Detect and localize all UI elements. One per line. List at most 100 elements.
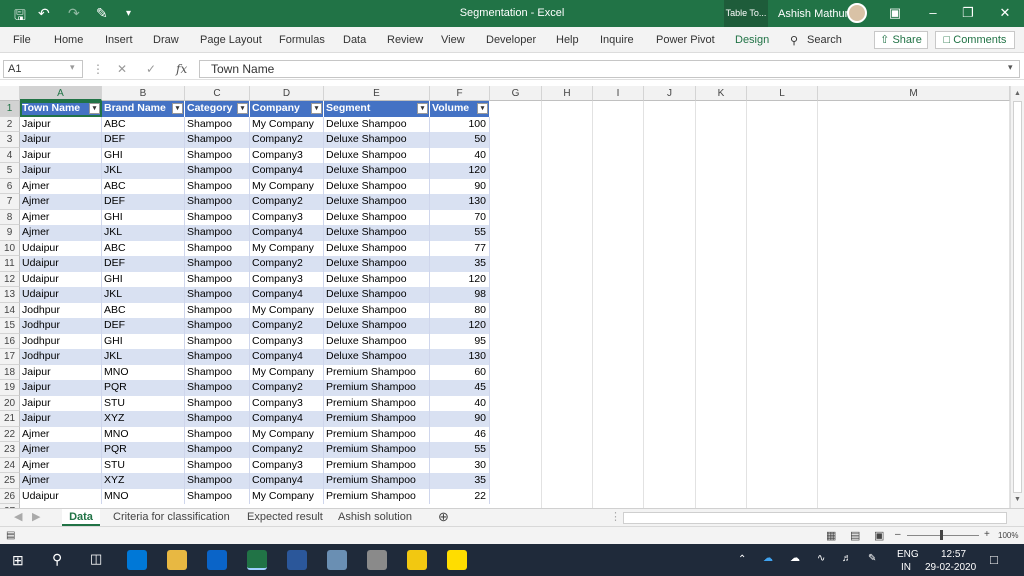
search-box[interactable]: Search	[807, 34, 842, 46]
context-tab[interactable]: Table To...	[724, 0, 768, 27]
table-cell[interactable]: 55	[430, 225, 490, 241]
table-cell[interactable]: Shampoo	[185, 132, 250, 148]
table-cell[interactable]: XYZ	[102, 411, 185, 427]
zoom-out-icon[interactable]: –	[895, 529, 901, 540]
cancel-icon[interactable]: ✕	[117, 62, 127, 76]
table-cell[interactable]: 90	[430, 178, 490, 194]
table-cell[interactable]: Company3	[250, 395, 324, 411]
table-cell[interactable]: Deluxe Shampoo	[324, 333, 430, 349]
table-cell[interactable]: Company2	[250, 194, 324, 210]
filter-dropdown-icon[interactable]: ▾	[311, 103, 322, 114]
column-header[interactable]: B	[102, 86, 185, 101]
file-explorer-icon[interactable]	[167, 550, 187, 570]
empty-column[interactable]	[542, 101, 593, 508]
table-cell[interactable]: Company4	[250, 225, 324, 241]
table-cell[interactable]: ABC	[102, 302, 185, 318]
scroll-up-icon[interactable]: ▲	[1014, 90, 1021, 97]
ribbon-display-icon[interactable]: ▣	[880, 4, 910, 22]
table-cell[interactable]: Premium Shampoo	[324, 411, 430, 427]
table-cell[interactable]: Company3	[250, 333, 324, 349]
minimize-icon[interactable]: –	[918, 4, 948, 22]
table-cell[interactable]: Ajmer	[20, 473, 102, 489]
table-cell[interactable]: Jodhpur	[20, 333, 102, 349]
row-header[interactable]: 2	[0, 116, 20, 132]
vertical-scrollbar[interactable]: ▲ ▼	[1010, 86, 1024, 508]
zoom-slider[interactable]	[907, 535, 979, 536]
tab-view[interactable]: View	[441, 34, 465, 46]
table-cell[interactable]: 80	[430, 302, 490, 318]
row-header[interactable]: 22	[0, 426, 20, 442]
table-cell[interactable]: Shampoo	[185, 178, 250, 194]
table-cell[interactable]: Ajmer	[20, 225, 102, 241]
row-header[interactable]: 14	[0, 302, 20, 318]
column-header[interactable]: G	[490, 86, 542, 101]
filter-dropdown-icon[interactable]: ▾	[417, 103, 428, 114]
table-cell[interactable]: 60	[430, 364, 490, 380]
table-cell[interactable]: PQR	[102, 442, 185, 458]
table-cell[interactable]: 30	[430, 457, 490, 473]
redo-icon[interactable]: ↷	[68, 5, 80, 22]
table-cell[interactable]: Company4	[250, 349, 324, 365]
scroll-down-icon[interactable]: ▼	[1014, 496, 1021, 503]
table-cell[interactable]: Company3	[250, 147, 324, 163]
tab-home[interactable]: Home	[54, 34, 83, 46]
table-cell[interactable]: Deluxe Shampoo	[324, 271, 430, 287]
macro-record-icon[interactable]: ▤	[6, 530, 15, 541]
tab-insert[interactable]: Insert	[105, 34, 133, 46]
table-cell[interactable]: Premium Shampoo	[324, 380, 430, 396]
table-cell[interactable]: Jaipur	[20, 116, 102, 132]
table-cell[interactable]: My Company	[250, 426, 324, 442]
column-header[interactable]: A	[20, 86, 102, 101]
row-header[interactable]: 5	[0, 163, 20, 179]
column-header[interactable]: M	[818, 86, 1010, 101]
table-cell[interactable]: 120	[430, 271, 490, 287]
table-cell[interactable]: 45	[430, 380, 490, 396]
page-break-view-icon[interactable]: ▣	[874, 529, 884, 542]
table-cell[interactable]: 55	[430, 442, 490, 458]
column-header[interactable]: E	[324, 86, 430, 101]
table-header-cell[interactable]: Category ▾	[185, 101, 250, 117]
table-cell[interactable]: 100	[430, 116, 490, 132]
empty-column[interactable]	[644, 101, 696, 508]
empty-column[interactable]	[747, 101, 818, 508]
table-cell[interactable]: 50	[430, 132, 490, 148]
tab-draw[interactable]: Draw	[153, 34, 179, 46]
table-cell[interactable]: My Company	[250, 488, 324, 504]
row-header[interactable]: 3	[0, 132, 20, 148]
table-cell[interactable]: Jaipur	[20, 395, 102, 411]
table-cell[interactable]: Deluxe Shampoo	[324, 287, 430, 303]
table-cell[interactable]: My Company	[250, 116, 324, 132]
row-header[interactable]: 16	[0, 333, 20, 349]
row-header[interactable]: 20	[0, 395, 20, 411]
table-cell[interactable]: 35	[430, 256, 490, 272]
filter-dropdown-icon[interactable]: ▾	[89, 103, 100, 114]
restore-icon[interactable]: ❐	[953, 4, 983, 22]
table-cell[interactable]: Deluxe Shampoo	[324, 225, 430, 241]
table-cell[interactable]: XYZ	[102, 473, 185, 489]
search-icon[interactable]: ⚲	[790, 34, 798, 47]
table-cell[interactable]: GHI	[102, 271, 185, 287]
table-cell[interactable]: Shampoo	[185, 488, 250, 504]
tab-review[interactable]: Review	[387, 34, 423, 46]
next-sheet-icon[interactable]: ▶	[32, 509, 40, 526]
add-sheet-icon[interactable]: ⊕	[438, 509, 449, 526]
table-cell[interactable]: JKL	[102, 225, 185, 241]
table-cell[interactable]: Ajmer	[20, 457, 102, 473]
undo-icon[interactable]: ↶	[38, 5, 50, 22]
table-cell[interactable]: Shampoo	[185, 302, 250, 318]
power-bi-icon[interactable]	[407, 550, 427, 570]
row-header[interactable]: 26	[0, 488, 20, 504]
table-cell[interactable]: JKL	[102, 349, 185, 365]
table-cell[interactable]: MNO	[102, 426, 185, 442]
table-cell[interactable]: Udaipur	[20, 287, 102, 303]
sheet-tab-criteria[interactable]: Criteria for classification	[113, 509, 230, 526]
table-cell[interactable]: Company2	[250, 318, 324, 334]
column-header[interactable]: H	[542, 86, 593, 101]
table-cell[interactable]: Deluxe Shampoo	[324, 163, 430, 179]
table-header-cell[interactable]: Company ▾	[250, 101, 324, 117]
table-cell[interactable]: Company4	[250, 411, 324, 427]
table-cell[interactable]: Deluxe Shampoo	[324, 209, 430, 225]
pen-icon[interactable]: ✎	[868, 553, 876, 564]
table-cell[interactable]: Company2	[250, 442, 324, 458]
column-header[interactable]: J	[644, 86, 696, 101]
